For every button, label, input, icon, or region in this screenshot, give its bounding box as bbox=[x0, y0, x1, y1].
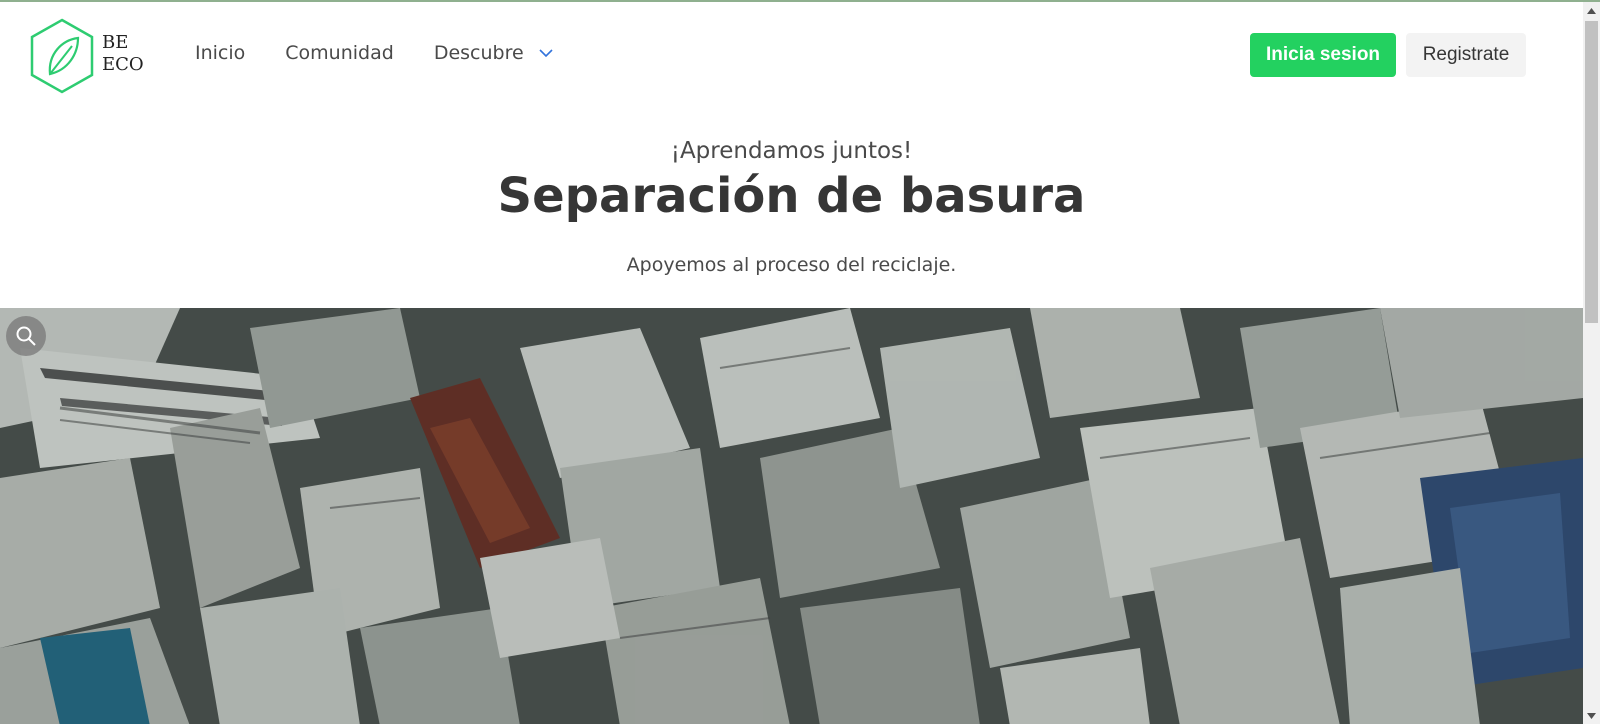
scrollbar-thumb[interactable] bbox=[1585, 21, 1598, 323]
brand-logo[interactable]: BE ECO bbox=[28, 18, 148, 94]
brand-name: BE ECO bbox=[102, 32, 144, 76]
nav-dropdown-descubre[interactable]: Descubre bbox=[434, 42, 554, 64]
leaf-icon bbox=[30, 18, 94, 94]
brand-line-2: ECO bbox=[102, 54, 144, 75]
search-icon bbox=[16, 326, 36, 346]
books-pile-image bbox=[0, 308, 1583, 724]
brand-line-1: BE bbox=[102, 32, 129, 53]
hero-section: ¡Aprendamos juntos! Separación de basura… bbox=[0, 108, 1583, 278]
hero-description: Apoyemos al proceso del reciclaje. bbox=[626, 254, 957, 276]
page-viewport: BE ECO Inicio Comunidad Descubre Inicia … bbox=[0, 2, 1583, 724]
auth-buttons: Inicia sesion Registrate bbox=[1250, 33, 1526, 77]
nav-link-comunidad[interactable]: Comunidad bbox=[285, 42, 394, 64]
chevron-down-icon bbox=[539, 49, 553, 58]
nav-link-inicio[interactable]: Inicio bbox=[195, 42, 245, 64]
nav-dropdown-label: Descubre bbox=[433, 42, 524, 64]
vertical-scrollbar[interactable] bbox=[1583, 2, 1600, 724]
hero-subtitle: ¡Aprendamos juntos! bbox=[670, 138, 913, 164]
page-title: Separación de basura bbox=[497, 168, 1086, 224]
register-button[interactable]: Registrate bbox=[1406, 33, 1526, 77]
image-search-button[interactable] bbox=[6, 316, 46, 356]
navbar: BE ECO Inicio Comunidad Descubre Inicia … bbox=[0, 2, 1583, 108]
hero-image bbox=[0, 308, 1583, 724]
scroll-up-arrow-icon[interactable] bbox=[1583, 2, 1600, 19]
scroll-down-arrow-icon[interactable] bbox=[1583, 707, 1600, 724]
nav-links: Inicio Comunidad Descubre bbox=[178, 42, 594, 64]
login-button[interactable]: Inicia sesion bbox=[1250, 33, 1396, 77]
